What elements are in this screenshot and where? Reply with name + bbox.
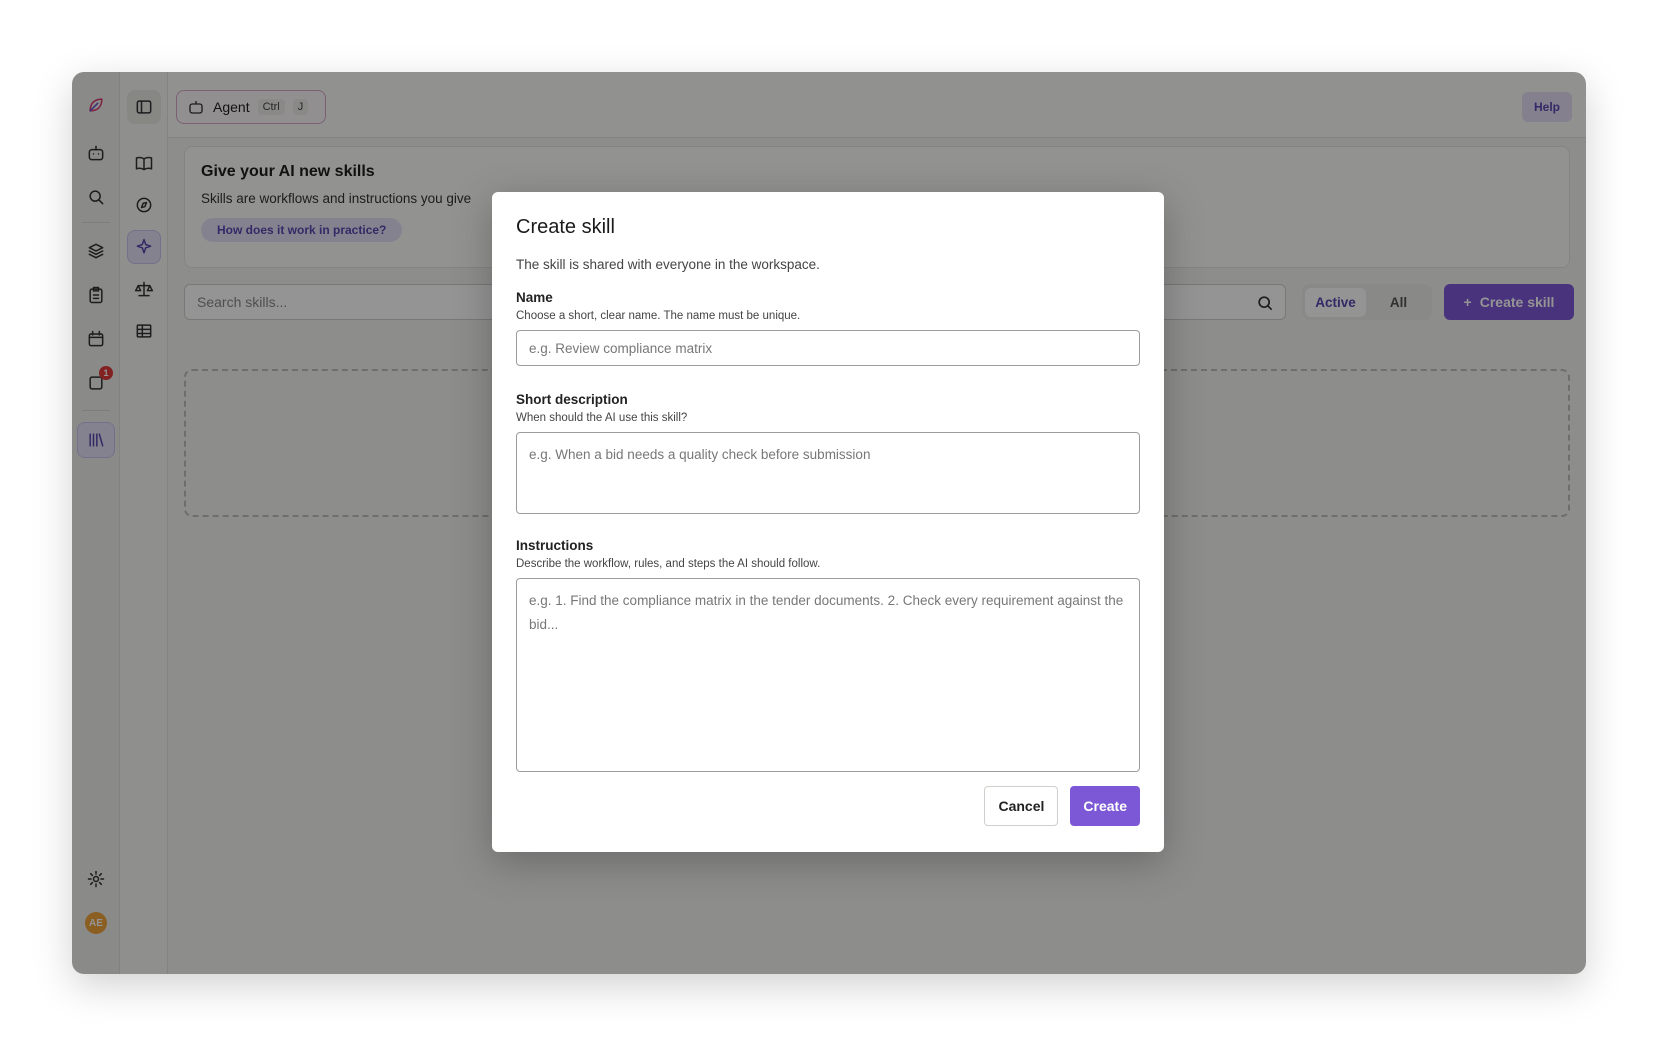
- description-field[interactable]: [516, 432, 1140, 514]
- dialog-subtitle: The skill is shared with everyone in the…: [516, 257, 820, 272]
- name-hint: Choose a short, clear name. The name mus…: [516, 310, 801, 322]
- create-skill-dialog: Create skill The skill is shared with ev…: [492, 192, 1164, 852]
- dialog-actions: Cancel Create: [516, 786, 1140, 826]
- instructions-label: Instructions: [516, 538, 594, 553]
- cancel-button[interactable]: Cancel: [984, 786, 1059, 826]
- create-button[interactable]: Create: [1070, 786, 1140, 826]
- instructions-hint: Describe the workflow, rules, and steps …: [516, 558, 821, 570]
- dialog-title: Create skill: [516, 216, 615, 238]
- instructions-field[interactable]: [516, 578, 1140, 772]
- name-label: Name: [516, 290, 553, 305]
- description-label: Short description: [516, 392, 628, 407]
- name-field[interactable]: [516, 330, 1140, 366]
- description-hint: When should the AI use this skill?: [516, 412, 688, 424]
